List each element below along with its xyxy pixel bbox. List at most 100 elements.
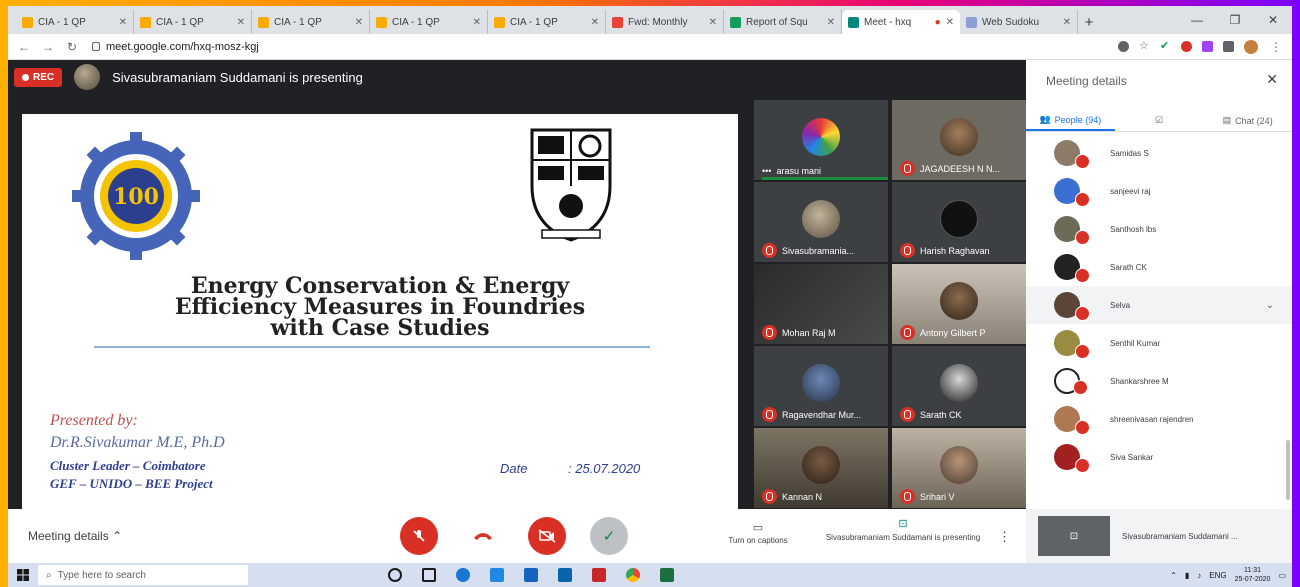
close-icon[interactable]: ✕ [709,17,717,28]
windows-start-icon[interactable] [8,569,38,581]
browser-tab[interactable]: Fwd: Monthly ✕ [606,10,724,34]
close-panel-button[interactable]: ✕ [1266,71,1278,88]
participant-tile[interactable]: Mohan Raj M [754,264,888,344]
browser-tab[interactable]: CIA - 1 QP ✕ [16,10,134,34]
logo-text: 100 [113,184,159,210]
list-item[interactable]: Sarath CK [1026,248,1292,286]
mail-icon[interactable] [524,568,538,582]
tab-favicon [22,16,33,28]
reload-button[interactable]: ↻ [64,40,80,54]
meeting-details-button[interactable]: Meeting details ⌃ [28,529,122,543]
self-view[interactable]: ⊡ Sivasubramaniam Suddamani ... [1026,509,1292,563]
tab-activities[interactable]: ☑ [1115,110,1204,131]
participant-avatar [802,200,840,238]
list-item[interactable]: Samidas S [1026,134,1292,172]
store-icon[interactable] [490,568,504,582]
browser-tab[interactable]: CIA - 1 QP ✕ [488,10,606,34]
participant-tile[interactable]: Kannan N [754,428,888,508]
captions-button[interactable]: ▭ Turn on captions [708,521,808,545]
presented-by-label: Presented by: [50,412,138,429]
browser-tab[interactable]: CIA - 1 QP ✕ [252,10,370,34]
close-icon[interactable]: ✕ [473,17,481,28]
checkbox-icon: ☑ [1154,115,1164,125]
list-item[interactable]: Santhosh lbs [1026,210,1292,248]
recording-dot-icon: ● [934,16,941,28]
participant-tile[interactable]: Srihari V [892,428,1026,508]
people-list-scrollbar[interactable] [1286,440,1290,500]
participant-tile[interactable]: Sivasubramania... [754,182,888,262]
list-item[interactable]: sanjeevi raj [1026,172,1292,210]
more-options-icon[interactable]: ••• [762,166,771,176]
task-view-icon[interactable] [422,568,436,582]
chevron-down-icon[interactable]: ⌄ [1266,300,1274,311]
browser-tab-active[interactable]: Meet - hxq ● ✕ [842,10,960,34]
network-icon[interactable]: ▮ [1185,571,1189,580]
close-icon[interactable]: ✕ [946,17,954,28]
muted-mic-icon [1075,306,1090,321]
browser-tab[interactable]: Report of Squ ✕ [724,10,842,34]
outlook-icon[interactable] [558,568,572,582]
participant-tile[interactable]: ••• arasu mani [754,100,888,180]
check-extension-icon[interactable]: ✔ [1160,41,1171,52]
presenting-button[interactable]: ⊡ Sivasubramaniam Suddamani is presenting [823,519,983,543]
forward-button[interactable]: → [40,40,56,54]
close-window-button[interactable]: ✕ [1254,6,1292,34]
edge-icon[interactable] [456,568,470,582]
clock[interactable]: 11:31 25-07-2020 [1235,566,1271,584]
list-item[interactable]: Selva ⌄ [1026,286,1292,324]
back-button[interactable]: ← [16,40,32,54]
camera-icon[interactable] [1118,41,1129,52]
list-item[interactable]: Senthil Kumar [1026,324,1292,362]
people-list: Samidas S sanjeevi raj Santhosh lbs Sara… [1026,134,1292,500]
address-bar[interactable]: meet.google.com/hxq-mosz-kgj [88,37,1110,57]
browser-tab[interactable]: CIA - 1 QP ✕ [370,10,488,34]
participant-tile[interactable]: Sarath CK [892,346,1026,426]
puzzle-icon[interactable] [1223,41,1234,52]
camera-toggle-button[interactable] [528,517,566,555]
accept-button[interactable]: ✓ [590,517,628,555]
extension-red-icon[interactable] [1181,41,1192,52]
volume-icon[interactable]: ♪ [1197,571,1201,580]
close-icon[interactable]: ✕ [591,17,599,28]
close-icon[interactable]: ✕ [355,17,363,28]
mic-toggle-button[interactable] [400,517,438,555]
list-item[interactable]: shreenivasan rajendren [1026,400,1292,438]
chrome-icon[interactable] [626,568,640,582]
more-options-button[interactable]: ⋮ [998,529,1011,545]
participant-tile[interactable]: Harish Raghavan [892,182,1026,262]
extension-purple-icon[interactable] [1202,41,1213,52]
muted-mic-icon [1075,420,1090,435]
browser-tab[interactable]: CIA - 1 QP ✕ [134,10,252,34]
chevron-up-icon[interactable]: ⌃ [1170,571,1177,580]
mcafee-icon[interactable] [592,568,606,582]
notifications-icon[interactable]: ▭ [1278,571,1286,580]
close-icon[interactable]: ✕ [1063,17,1071,28]
participant-tile[interactable]: Ragavendhar Mur... [754,346,888,426]
browser-tab[interactable]: Web Sudoku ✕ [960,10,1078,34]
tab-chat[interactable]: ▤ Chat (24) [1203,110,1292,131]
presenting-text: Sivasubramaniam Suddamani is presenting [112,69,363,85]
lang-indicator[interactable]: ENG [1209,571,1226,580]
maximize-button[interactable]: ❐ [1216,6,1254,34]
muted-mic-icon [1075,344,1090,359]
star-icon[interactable]: ☆ [1139,41,1150,52]
close-icon[interactable]: ✕ [827,17,835,28]
list-item[interactable]: Siva Sankar [1026,438,1292,476]
taskbar-search-input[interactable]: ⌕ Type here to search [38,565,248,585]
participant-tile[interactable]: JAGADEESH N N... [892,100,1026,180]
leave-call-button[interactable] [464,517,502,555]
profile-avatar[interactable] [1244,39,1258,54]
tab-people[interactable]: 👥 People (94) [1026,110,1115,131]
close-icon[interactable]: ✕ [237,17,245,28]
participant-tile[interactable]: Antony Gilbert P [892,264,1026,344]
excel-icon[interactable] [660,568,674,582]
close-icon[interactable]: ✕ [119,17,127,28]
cortana-icon[interactable] [388,568,402,582]
list-item[interactable]: Shankarshree M [1026,362,1292,400]
new-tab-button[interactable]: + [1078,10,1100,34]
url-text: meet.google.com/hxq-mosz-kgj [106,40,259,53]
avatar [1054,140,1090,169]
recording-badge: REC [14,67,63,87]
menu-icon[interactable]: ⋮ [1268,40,1284,54]
minimize-button[interactable]: — [1178,6,1216,34]
